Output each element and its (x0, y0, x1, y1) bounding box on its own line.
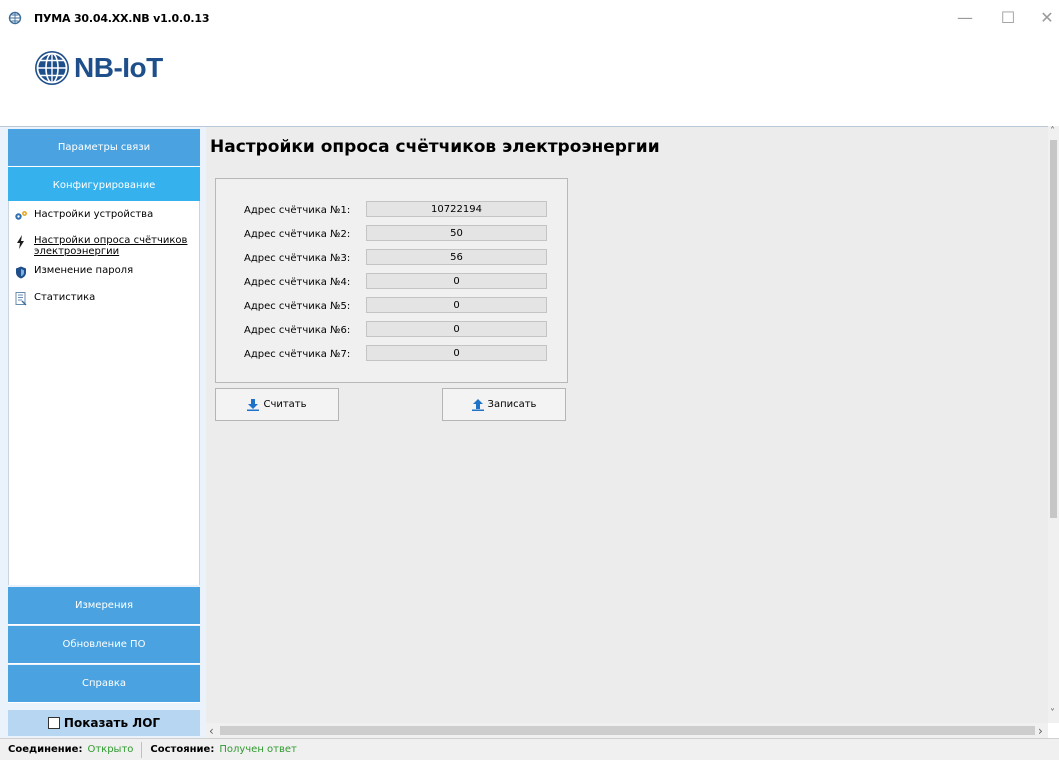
meter-1-label: Адрес счётчика №1: (244, 205, 351, 216)
logo-text: NB-IoT (74, 52, 163, 83)
minimize-button[interactable]: — (950, 4, 980, 30)
meter-address-group: Адрес счётчика №1: 10722194 Адрес счётчи… (215, 178, 568, 383)
scroll-down-icon[interactable]: ˅ (1050, 708, 1055, 719)
header-logo-area: NB-IoT (0, 36, 1059, 126)
maximize-button[interactable]: ☐ (993, 4, 1023, 30)
meter-5-label: Адрес счётчика №5: (244, 301, 351, 312)
meter-1-address-field[interactable]: 10722194 (366, 201, 547, 217)
close-button[interactable]: ✕ (1032, 4, 1059, 30)
download-icon (247, 398, 260, 411)
sidebar-item-label: Настройки устройства (34, 209, 154, 220)
state-label: Состояние: (150, 744, 215, 755)
shield-icon (14, 265, 28, 279)
connection-label: Соединение: (8, 744, 83, 755)
horizontal-scroll-thumb[interactable] (220, 726, 1035, 735)
nav-measurements[interactable]: Измерения (8, 587, 200, 625)
nav-communication-params[interactable]: Параметры связи (8, 129, 200, 167)
globe-icon (35, 51, 69, 85)
meter-3-address-field[interactable]: 56 (366, 249, 547, 265)
nav-help[interactable]: Справка (8, 665, 200, 703)
sidebar-item-meter-polling[interactable]: Настройки опроса счётчиков электроэнерги… (14, 235, 187, 257)
nav-configuration[interactable]: Конфигурирование (8, 167, 200, 205)
show-log-checkbox[interactable] (47, 717, 60, 729)
sidebar-item-change-password[interactable]: Изменение пароля (14, 265, 133, 279)
meter-2-label: Адрес счётчика №2: (244, 229, 351, 240)
sidebar-item-device-settings[interactable]: Настройки устройства (14, 209, 153, 223)
meter-2-address-field[interactable]: 50 (366, 225, 547, 241)
logo: NB-IoT (33, 49, 163, 87)
sidebar-item-label-line1: Настройки опроса счётчиков (34, 235, 188, 246)
meter-6-address-field[interactable]: 0 (366, 321, 547, 337)
main-panel: Настройки опроса счётчиков электроэнерги… (206, 126, 1048, 723)
vertical-scrollbar[interactable]: ˄ ˅ (1048, 126, 1059, 723)
window-title: ПУМА 30.04.XX.NB v1.0.0.13 (34, 12, 210, 25)
scroll-up-icon[interactable]: ˄ (1050, 126, 1055, 137)
meter-3-label: Адрес счётчика №3: (244, 253, 351, 264)
vertical-scroll-thumb[interactable] (1050, 140, 1057, 518)
upload-icon (471, 398, 484, 411)
gears-icon (14, 209, 28, 223)
show-log-toggle[interactable]: Показать ЛОГ (8, 710, 200, 736)
sidebar-item-label: Статистика (34, 292, 96, 303)
status-divider (141, 741, 143, 758)
write-button[interactable]: Записать (442, 388, 566, 421)
meter-7-label: Адрес счётчика №7: (244, 349, 351, 360)
document-icon (14, 292, 28, 306)
sidebar-item-label-line2: электроэнергии (34, 246, 120, 257)
meter-4-label: Адрес счётчика №4: (244, 277, 351, 288)
page-title: Настройки опроса счётчиков электроэнерги… (210, 137, 660, 157)
scroll-right-icon[interactable]: › (1038, 724, 1043, 738)
read-button[interactable]: Считать (215, 388, 339, 421)
title-bar: ПУМА 30.04.XX.NB v1.0.0.13 — ☐ ✕ (0, 0, 1059, 36)
meter-5-address-field[interactable]: 0 (366, 297, 547, 313)
nav-firmware-update[interactable]: Обновление ПО (8, 626, 200, 664)
status-bar: Соединение: Открыто Состояние: Получен о… (0, 738, 1059, 760)
sidebar-item-label: Изменение пароля (34, 265, 134, 276)
horizontal-scrollbar[interactable]: ‹ › (206, 723, 1048, 738)
meter-7-address-field[interactable]: 0 (366, 345, 547, 361)
sidebar: Параметры связи Конфигурирование Настрой… (0, 126, 206, 738)
write-button-label: Записать (487, 399, 537, 410)
read-button-label: Считать (263, 399, 307, 410)
meter-4-address-field[interactable]: 0 (366, 273, 547, 289)
app-icon (8, 11, 22, 25)
scroll-left-icon[interactable]: ‹ (209, 724, 214, 738)
lightning-icon (14, 235, 28, 249)
meter-6-label: Адрес счётчика №6: (244, 325, 351, 336)
sidebar-item-statistics[interactable]: Статистика (14, 292, 95, 306)
connection-status: Открыто (87, 744, 134, 755)
state-status: Получен ответ (219, 744, 297, 755)
show-log-label: Показать ЛОГ (63, 716, 161, 730)
configuration-submenu: Настройки устройства Настройки опроса сч… (8, 201, 200, 585)
